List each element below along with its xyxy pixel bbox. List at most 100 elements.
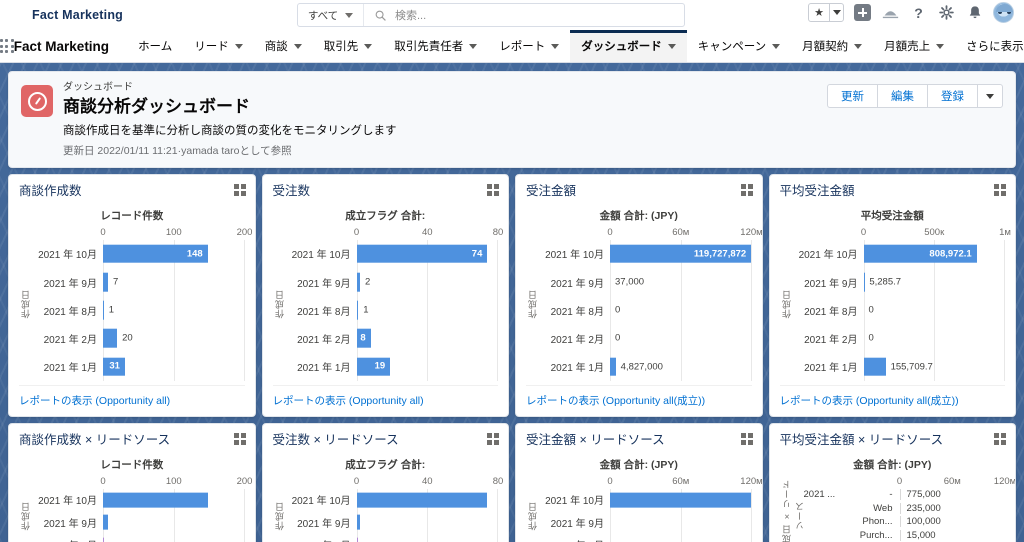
nav-item-opportunities[interactable]: 商談 bbox=[254, 30, 313, 62]
expand-icon[interactable] bbox=[487, 183, 499, 196]
bar-row[interactable]: 2021 年 9月 bbox=[31, 511, 245, 533]
bar-row[interactable]: 2021 年 8月 1 bbox=[285, 296, 499, 324]
bar-row[interactable]: 2021 年 2月 0 bbox=[538, 324, 752, 352]
bar-row[interactable]: 2021 年 8月 0 bbox=[792, 296, 1006, 324]
bar[interactable] bbox=[356, 514, 361, 530]
avatar[interactable] bbox=[993, 2, 1014, 23]
search-scope-selector[interactable]: すべて bbox=[298, 4, 364, 26]
bar-row[interactable]: 2021 年 1月 31 bbox=[31, 353, 245, 381]
nav-item-more[interactable]: さらに表示 bbox=[955, 30, 1024, 62]
bar-row[interactable]: 2021 年 2月 20 bbox=[31, 324, 245, 352]
bar[interactable] bbox=[610, 492, 752, 508]
bar[interactable]: 31 bbox=[103, 357, 125, 376]
bar[interactable] bbox=[103, 514, 108, 530]
bar-row[interactable]: 2021 年 9月 bbox=[538, 511, 752, 533]
expand-icon[interactable] bbox=[740, 432, 753, 445]
bar-row[interactable]: 2021 年 10月 148 bbox=[31, 240, 245, 268]
card-title[interactable]: 平均受注金額 bbox=[780, 184, 1006, 199]
bar[interactable] bbox=[103, 492, 208, 508]
nav-item-reports[interactable]: レポート bbox=[488, 30, 570, 62]
bar[interactable] bbox=[103, 329, 118, 348]
bar-row[interactable]: 2021 年 10月 119,727,872 bbox=[538, 240, 752, 268]
bar[interactable]: 8 bbox=[356, 329, 371, 348]
bar-row[interactable]: 2021 年 2月 8 bbox=[285, 324, 499, 352]
bar[interactable] bbox=[103, 537, 104, 542]
bar-row[interactable]: 2021 年 9月 7 bbox=[31, 268, 245, 296]
bar-row[interactable]: 2021 年 9月 5,285.7 bbox=[792, 268, 1006, 296]
bar-row[interactable]: 2021 年 8月 bbox=[31, 533, 245, 542]
bar[interactable]: 148 bbox=[103, 244, 208, 264]
view-report-link[interactable]: レポートの表示 (Opportunity all(成立)) bbox=[526, 384, 752, 416]
star-icon[interactable]: ★ bbox=[809, 4, 829, 21]
bar-row[interactable]: 2021 年 1月 19 bbox=[285, 353, 499, 381]
view-report-link[interactable]: レポートの表示 (Opportunity all(成立)) bbox=[779, 384, 1005, 416]
table-row[interactable]: 2021 ... - 775,000 bbox=[804, 488, 1006, 502]
more-actions-button[interactable] bbox=[977, 84, 1003, 108]
bar[interactable]: 119,727,872 bbox=[610, 244, 752, 264]
refresh-button[interactable]: 更新 bbox=[827, 84, 878, 108]
subscribe-button[interactable]: 登録 bbox=[927, 84, 978, 108]
bar-row[interactable]: 2021 年 2月 0 bbox=[792, 324, 1006, 352]
favorites-group[interactable]: ★ bbox=[808, 3, 844, 22]
search-input[interactable]: 検索... bbox=[364, 4, 684, 26]
bar-row[interactable]: 2021 年 10月 bbox=[31, 489, 245, 511]
view-report-link[interactable]: レポートの表示 (Opportunity all) bbox=[272, 384, 498, 416]
trailhead-icon[interactable] bbox=[881, 3, 900, 22]
expand-icon[interactable] bbox=[994, 432, 1006, 445]
nav-item-leads[interactable]: リード bbox=[183, 30, 254, 62]
gear-icon[interactable] bbox=[937, 3, 956, 22]
add-button[interactable] bbox=[853, 3, 872, 22]
bar-row[interactable]: 2021 年 9月 37,000 bbox=[538, 268, 752, 296]
card-title[interactable]: 受注数 bbox=[273, 184, 499, 199]
card-title[interactable]: 受注金額 bbox=[526, 184, 752, 199]
expand-icon[interactable] bbox=[740, 183, 753, 196]
category-label: 2021 年 2月 bbox=[297, 334, 351, 346]
bar[interactable] bbox=[863, 357, 886, 376]
card-title[interactable]: 平均受注金額 × リードソース bbox=[780, 433, 1006, 448]
table-row[interactable]: Web 235,000 bbox=[804, 501, 1006, 515]
expand-icon[interactable] bbox=[487, 432, 499, 445]
bar[interactable] bbox=[356, 492, 488, 508]
app-launcher-button[interactable] bbox=[0, 30, 14, 62]
bar-row[interactable]: 2021 年 8月 1 bbox=[31, 296, 245, 324]
bar-row[interactable]: 2021 年 10月 74 bbox=[285, 240, 499, 268]
app-name[interactable]: Fact Marketing bbox=[14, 30, 127, 62]
table-row[interactable]: Purch... 15,000 bbox=[804, 528, 1006, 542]
favorites-chevron-down-icon[interactable] bbox=[829, 4, 843, 21]
edit-button[interactable]: 編集 bbox=[877, 84, 928, 108]
view-report-link[interactable]: レポートの表示 (Opportunity all) bbox=[19, 384, 245, 416]
card-title[interactable]: 受注金額 × リードソース bbox=[526, 433, 752, 448]
bar[interactable] bbox=[356, 537, 359, 542]
bar-row[interactable]: 2021 年 1月 155,709.7 bbox=[792, 353, 1006, 381]
bar[interactable]: 808,972.1 bbox=[863, 244, 977, 264]
bar-row[interactable]: 2021 年 10月 bbox=[285, 489, 499, 511]
card-title[interactable]: 商談作成数 × リードソース bbox=[19, 433, 245, 448]
card-title[interactable]: 商談作成数 bbox=[19, 184, 245, 199]
nav-item-monthly-contract[interactable]: 月額契約 bbox=[791, 30, 873, 62]
nav-item-monthly-sales[interactable]: 月額売上 bbox=[873, 30, 955, 62]
table-row[interactable]: Phon... 100,000 bbox=[804, 515, 1006, 529]
dashboard-icon bbox=[21, 85, 53, 117]
expand-icon[interactable] bbox=[994, 183, 1006, 196]
nav-item-accounts[interactable]: 取引先 bbox=[313, 30, 384, 62]
bar-row[interactable]: 2021 年 1月 4,827,000 bbox=[538, 353, 752, 381]
bar-row[interactable]: 2021 年 10月 808,972.1 bbox=[792, 240, 1006, 268]
expand-icon[interactable] bbox=[233, 432, 246, 445]
nav-item-contacts[interactable]: 取引先責任者 bbox=[383, 30, 488, 62]
bar-row[interactable]: 2021 年 8月 bbox=[285, 533, 499, 542]
global-search[interactable]: すべて 検索... bbox=[297, 3, 685, 27]
expand-icon[interactable] bbox=[233, 183, 246, 196]
bar-row[interactable]: 2021 年 8月 0 bbox=[538, 296, 752, 324]
bar[interactable]: 74 bbox=[356, 244, 488, 264]
bar[interactable]: 19 bbox=[356, 357, 391, 376]
help-icon[interactable]: ? bbox=[909, 3, 928, 22]
bell-icon[interactable] bbox=[965, 3, 984, 22]
bar-row[interactable]: 2021 年 8月 bbox=[538, 533, 752, 542]
nav-item-home[interactable]: ホーム bbox=[127, 30, 183, 62]
bar-row[interactable]: 2021 年 10月 bbox=[538, 489, 752, 511]
nav-item-campaigns[interactable]: キャンペーン bbox=[687, 30, 791, 62]
bar-row[interactable]: 2021 年 9月 bbox=[285, 511, 499, 533]
card-title[interactable]: 受注数 × リードソース bbox=[273, 433, 499, 448]
bar-row[interactable]: 2021 年 9月 2 bbox=[285, 268, 499, 296]
nav-item-dashboards[interactable]: ダッシュボード bbox=[570, 30, 687, 62]
